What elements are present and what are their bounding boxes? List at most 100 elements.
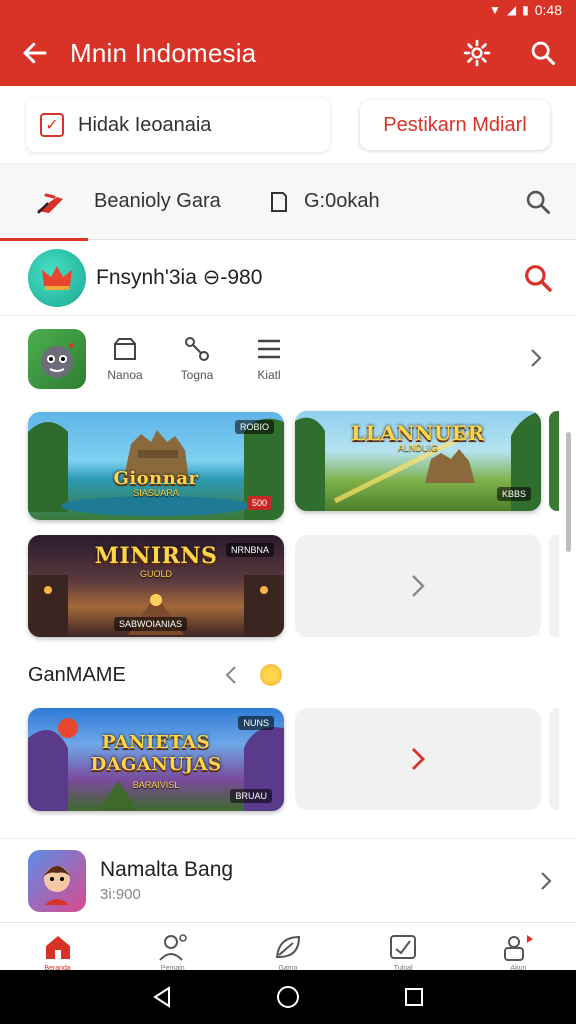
battery-icon: ▮ — [522, 3, 529, 17]
category-more-button[interactable] — [520, 342, 552, 374]
game-card[interactable]: PANIETAS DAGANUJAS BARAIVISL NUNS BRUAU — [28, 708, 284, 811]
chevron-right-icon — [412, 575, 425, 597]
list-item-name: Namalta Bang — [100, 858, 234, 881]
monster-icon — [41, 342, 74, 378]
section-title: GanMAME — [28, 663, 126, 686]
chevron-right-icon — [541, 871, 552, 890]
system-home-button[interactable] — [275, 984, 301, 1010]
action-row: ✓ Hidak Ieoanaia Pestikarn Mdiarl — [0, 86, 576, 164]
category-item-kiatl[interactable]: Kiatl — [236, 336, 302, 382]
status-time: 0:48 — [534, 2, 562, 18]
nav-item-home[interactable]: Beranda — [0, 923, 115, 972]
card-badge: KBBS — [496, 487, 531, 501]
chevron-right-icon — [412, 748, 425, 770]
category-item-nanoa[interactable]: Nanoa — [92, 336, 158, 382]
settings-button[interactable] — [444, 20, 510, 86]
category-row: Nanoa Togna Kiatl — [0, 316, 576, 402]
filter-label: Hidak Ieoanaia — [78, 113, 212, 136]
category-label: Togna — [180, 368, 214, 382]
card-subtitle: SIASUARA — [133, 488, 179, 498]
list-item[interactable]: Namalta Bang 3i:900 — [0, 838, 576, 922]
profile-name: Fnsynh'3ia — [96, 266, 197, 289]
card-subtitle: ALNDUIG — [397, 443, 438, 453]
tab-label: G:0okah — [304, 190, 380, 212]
square-recents-icon — [405, 988, 423, 1006]
section-header: GanMAME — [28, 654, 548, 696]
placeholder-card[interactable] — [295, 708, 541, 810]
category-label: Nanoa — [107, 368, 143, 382]
menu-icon — [258, 339, 280, 359]
tab-games[interactable]: Beanioly Gara — [0, 164, 250, 241]
system-recents-button[interactable] — [403, 986, 425, 1008]
next-card-peek — [549, 411, 559, 511]
character-icon — [43, 865, 71, 905]
home-icon — [45, 935, 70, 959]
checkbox-icon: ✓ — [40, 113, 64, 137]
system-nav-bar — [0, 970, 576, 1024]
category-label: Kiatl — [257, 368, 281, 382]
triangle-back-icon — [153, 986, 170, 1008]
chevron-right-icon — [531, 349, 542, 367]
list-item-subtitle: 3i:900 — [100, 886, 141, 903]
game-card[interactable]: LLANNUER ALNDUIG KBBS — [295, 411, 541, 511]
box-icon — [114, 338, 136, 360]
system-back-button[interactable] — [151, 985, 173, 1009]
coin-icon — [260, 664, 282, 686]
book-icon — [271, 191, 287, 212]
card-badge: SABWOIANIAS — [114, 617, 188, 631]
nav-item-player[interactable]: Pemain — [115, 923, 230, 972]
tab-bar: Beanioly Gara G:0okah — [0, 164, 576, 241]
leaf-icon — [275, 935, 301, 958]
profile-row[interactable]: Fnsynh'3ia ⊖-980 — [0, 240, 576, 316]
crown-icon — [42, 265, 72, 290]
card-title: Gionnar — [113, 468, 199, 489]
card-top-badge: NRNBNA — [225, 543, 274, 557]
scrollbar[interactable] — [566, 432, 571, 552]
game-card[interactable]: Gionnar SIASUARA ROBIO 500 — [28, 412, 284, 520]
nav-item-account[interactable]: Akun — [461, 923, 576, 972]
filter-checkbox[interactable]: ✓ Hidak Ieoanaia — [26, 98, 330, 152]
card-top-badge: NUNS — [238, 716, 274, 730]
category-item-togna[interactable]: Togna — [164, 336, 230, 382]
nav-item-game[interactable]: Gamo — [230, 923, 345, 972]
section-prev-button[interactable] — [224, 664, 238, 686]
card-top-badge: ROBIO — [234, 420, 274, 434]
next-card-peek — [549, 708, 559, 810]
next-card-peek — [549, 535, 559, 637]
signal-icon: ◢ — [506, 3, 517, 17]
plane-icon — [37, 193, 63, 214]
avatar — [28, 248, 86, 307]
avatar — [28, 849, 86, 912]
note-icon — [390, 934, 417, 959]
app-bar: Mnin Indomesia — [0, 20, 576, 86]
card-badge: BRUAU — [230, 789, 272, 803]
chevron-left-icon — [225, 666, 236, 684]
gear-icon — [463, 39, 491, 67]
cta-button[interactable]: Pestikarn Mdiarl — [360, 100, 550, 150]
card-title: PANIETAS DAGANUJAS — [90, 732, 222, 775]
profile-value: ⊖-980 — [202, 266, 263, 289]
arrow-left-icon — [23, 42, 47, 64]
tab-book[interactable]: G:0okah — [250, 164, 500, 240]
card-title: LLANNUER — [351, 421, 485, 445]
tab-label: Beanioly Gara — [94, 190, 221, 212]
search-button[interactable] — [510, 20, 576, 86]
tab-search-button[interactable] — [500, 164, 576, 240]
search-icon — [531, 41, 556, 66]
back-button[interactable] — [0, 20, 70, 86]
page-title: Mnin Indomesia — [70, 37, 257, 68]
search-icon — [526, 190, 550, 214]
category-avatar[interactable] — [28, 329, 86, 389]
nav-item-notes[interactable]: Tuloal — [346, 923, 461, 972]
profile-search-button[interactable] — [500, 262, 576, 294]
status-bar: ▼ ◢ ▮ 0:48 — [0, 0, 576, 20]
card-subtitle: GUOLD — [139, 569, 172, 579]
placeholder-card[interactable] — [295, 535, 541, 637]
wifi-icon: ▼ — [489, 3, 501, 17]
list-item-arrow[interactable] — [516, 870, 576, 892]
game-card[interactable]: MINIRNS GUOLD NRNBNA SABWOIANIAS — [28, 535, 284, 637]
circle-home-icon — [277, 986, 299, 1008]
user-lock-icon — [504, 934, 534, 961]
person-icon — [159, 933, 187, 961]
bottom-nav: Beranda Pemain Gamo Tuloal Akun — [0, 922, 576, 972]
